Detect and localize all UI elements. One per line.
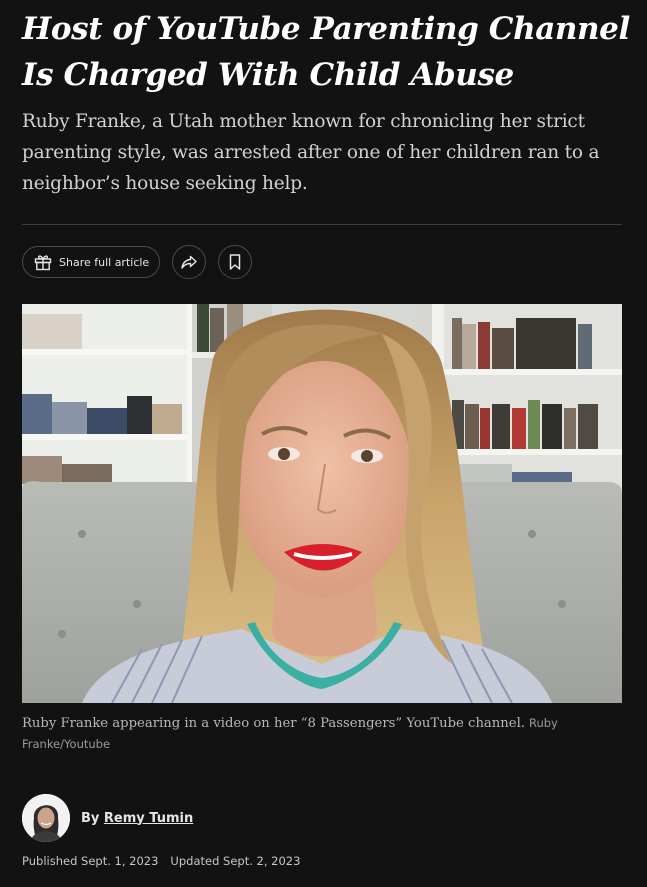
gift-icon	[33, 252, 53, 272]
published-date: Published Sept. 1, 2023	[22, 854, 159, 868]
divider	[22, 224, 622, 225]
share-button[interactable]	[172, 245, 207, 279]
share-arrow-icon	[180, 253, 198, 271]
byline-prefix: By	[81, 810, 100, 826]
author-link[interactable]: Remy Tumin	[104, 811, 193, 826]
share-toolbar: Share full article	[22, 245, 253, 279]
byline: By Remy Tumin	[22, 794, 193, 842]
avatar[interactable]	[22, 794, 70, 842]
updated-date: Updated Sept. 2, 2023	[170, 854, 301, 868]
share-full-article-label: Share full article	[59, 255, 150, 269]
photo-caption: Ruby Franke appearing in a video on her …	[22, 713, 612, 755]
article-dates: Published Sept. 1, 2023 Updated Sept. 2,…	[22, 854, 300, 868]
save-button[interactable]	[218, 245, 253, 279]
summary: Ruby Franke, a Utah mother known for chr…	[22, 111, 600, 194]
share-full-article-button[interactable]: Share full article	[22, 246, 161, 278]
bookmark-icon	[227, 253, 243, 271]
article-photo	[22, 304, 622, 703]
headline: Host of YouTube Parenting Channel Is Cha…	[22, 11, 630, 93]
caption-text: Ruby Franke appearing in a video on her …	[22, 716, 525, 731]
byline-text: By Remy Tumin	[81, 811, 193, 826]
